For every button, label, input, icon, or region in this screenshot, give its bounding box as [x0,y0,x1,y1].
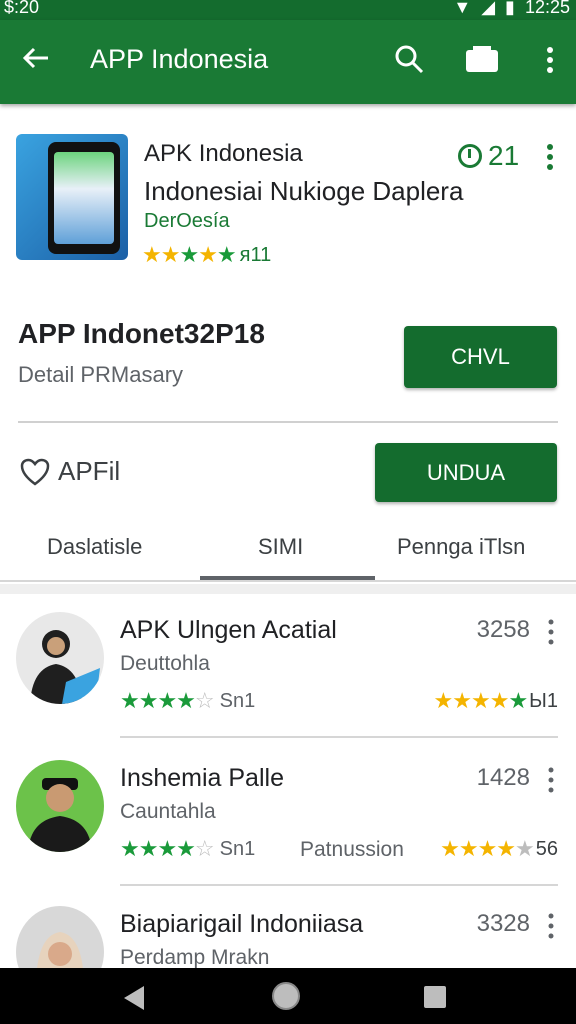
primary-action-button[interactable]: CHVL [404,326,557,388]
clock-icon [458,144,482,168]
wifi-icon: ▼ [453,0,472,17]
review-count: 3258 [476,616,530,643]
review-rating: ★★★★☆ Sn1 [120,688,255,714]
app-header: APK Indonesia Indonesiai Nukioge Daplera… [0,104,576,274]
app-developer[interactable]: DerOesía [144,210,230,233]
review-meta: Patnussion [300,838,404,861]
rating-text: Ы1 [529,689,558,712]
rating-stars: ★★★★☆ [120,688,215,713]
rating-text: 56 [535,837,558,860]
status-bar: $:20 ▼ ◢ ▮ 12:25 [0,0,576,20]
more-vert-icon[interactable] [546,912,556,940]
rating-stars: ★★★★☆ [120,836,215,861]
app-bar-title: APP Indonesia [90,44,269,74]
tab-details[interactable]: Daslatisle [47,534,142,560]
app-count: 21 [458,140,519,172]
detail-title: APP Indonet32P18 [18,318,265,349]
search-icon[interactable] [394,44,424,74]
phone-apps-image [54,152,114,244]
nav-home-icon[interactable] [272,982,300,1010]
rating-stars: ★★★★★ [433,688,529,713]
avatar [16,760,104,852]
review-count: 1428 [476,764,530,791]
list-item[interactable]: APK Ulngen Acatial Deuttohla ★★★★☆ Sn1 ★… [0,590,576,738]
review-subtitle: Cauntahla [120,800,216,823]
battery-icon: ▮ [505,0,515,17]
app-bar: APP Indonesia [0,20,576,104]
favorite-toggle[interactable]: APFil [20,456,120,487]
app-subtitle: Indonesiai Nukioge Daplera [144,176,464,206]
cast-icon[interactable] [464,44,500,76]
review-title: Biapiarigail Indoniiasa [120,910,364,938]
system-nav-bar [0,968,576,1024]
more-vert-icon[interactable] [546,766,556,794]
review-title: APK Ulngen Acatial [120,616,337,644]
tab-reviews[interactable]: Pennga iTlsn [397,534,525,560]
favorite-label: APFil [58,456,121,486]
review-rating: ★★★★☆ Sn1 [120,836,255,862]
review-secondary-rating: ★★★★★ 56 [440,836,558,862]
review-subtitle: Deuttohla [120,652,210,675]
detail-subtitle: Detail PRMasary [18,362,184,387]
status-time-left: $:20 [4,0,40,17]
tab-simi[interactable]: SIMI [258,534,303,560]
review-title: Inshemia Palle [120,764,284,792]
heart-icon [20,458,50,486]
rating-stars: ★★★★★ [440,836,535,861]
nav-recent-icon[interactable] [424,986,446,1008]
review-secondary-rating: ★★★★★ Ы1 [434,688,558,714]
rating-stars: ★★★★★ [142,242,237,267]
status-time-right: 12:25 [524,0,570,17]
app-rating: ★★★★★ я11 [142,242,271,268]
signal-icon: ◢ [481,0,496,17]
status-icons: ▼ ◢ ▮ 12:25 [453,0,570,18]
rating-text: Sn1 [219,837,256,860]
download-button[interactable]: UNDUA [375,443,557,502]
tab-bar: Daslatisle SIMI Pennga iTlsn [0,520,576,582]
back-arrow-icon[interactable] [20,42,52,74]
rating-text: Sn1 [219,689,256,712]
app-count-value: 21 [488,140,520,171]
list-item[interactable]: Biapiarigail Indoniiasa Perdamp Mrakn 33… [0,884,576,968]
avatar [16,612,104,704]
list-item[interactable]: Inshemia Palle Cauntahla ★★★★☆ Sn1 Patnu… [0,738,576,886]
avatar [16,906,104,968]
tab-indicator [200,576,375,580]
review-count: 3328 [476,910,530,937]
more-vert-icon[interactable] [546,618,556,646]
review-subtitle: Perdamp Mrakn [120,946,270,968]
app-name: APK Indonesia [144,140,303,167]
divider [18,421,558,423]
more-vert-icon[interactable] [540,142,560,172]
nav-back-icon[interactable] [120,984,148,1012]
app-icon[interactable] [16,134,128,260]
rating-text: я11 [239,243,272,266]
more-vert-icon[interactable] [540,44,560,76]
